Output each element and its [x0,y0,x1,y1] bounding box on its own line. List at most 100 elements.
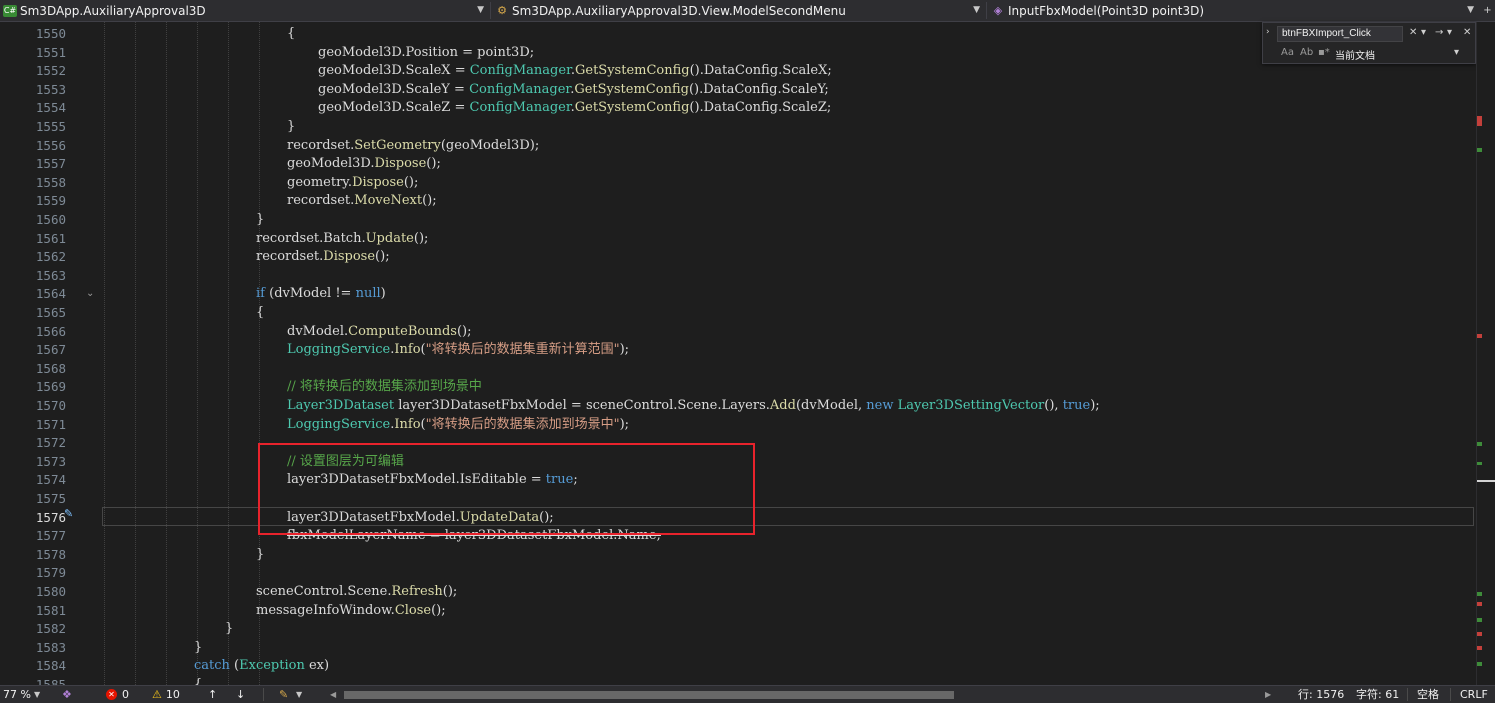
line-number: 1571 [35,416,66,432]
line-number: 1564 [35,286,66,302]
horizontal-scrollbar[interactable] [340,691,1272,699]
split-window-button[interactable]: + [1480,0,1495,21]
find-next-arrow-icon[interactable]: → [1435,27,1443,38]
code-line: recordset.MoveNext(); [287,193,437,209]
regex-toggle-icon[interactable]: ▪* [1318,47,1330,58]
warning-icon: ⚠ [152,688,162,701]
chevron-down-icon[interactable]: ▼ [296,686,302,703]
code-line: layer3DDatasetFbxModel.UpdateData(); [287,509,554,525]
chevron-down-icon: ▼ [973,5,980,15]
search-scope-select[interactable]: 当前文档 [1335,47,1375,62]
line-number: 1577 [35,528,66,544]
cursor-char: 字符: 61 [1356,688,1400,701]
chevron-down-icon: ▼ [477,5,484,15]
chevron-down-icon[interactable]: ▾ [1421,27,1426,38]
indent-mode[interactable]: 空格 [1417,686,1439,703]
line-number: 1575 [35,491,66,506]
line-number: 1584 [35,658,66,674]
line-number: 1555 [35,119,66,134]
line-number: 1560 [35,212,66,227]
find-input[interactable]: btnFBXImport_Click [1277,26,1403,42]
code-line: LoggingService.Info("将转换后的数据集重新计算范围"); [287,342,630,358]
member-dropdown[interactable]: ◈ InputFbxModel(Point3D point3D) ▼ [988,0,1478,21]
close-icon[interactable]: ✕ [1409,27,1417,38]
line-number: 1563 [35,267,66,283]
error-icon: ✕ [106,689,117,700]
match-case-toggle[interactable]: Aa [1281,47,1294,58]
code-line: catch (Exception ex) [194,658,330,674]
code-line: geoModel3D.ScaleZ = ConfigManager.GetSys… [318,100,832,116]
code-line: fbxModelLayerName = layer3DDatasetFbxMod… [287,528,661,544]
chevron-down-icon[interactable]: ▼ [34,686,40,703]
code-line: recordset.Dispose(); [256,249,390,265]
line-number: 1561 [35,230,66,246]
line-number: 1554 [35,100,66,116]
code-line: } [225,621,234,637]
member-name: InputFbxModel(Point3D point3D) [1008,3,1205,18]
line-number: 1582 [35,621,66,637]
next-issue-arrow-icon[interactable]: ↓ [236,686,245,703]
line-number: 1583 [35,639,66,655]
line-number: 1566 [35,323,66,339]
line-number: 1556 [35,137,66,153]
line-number: 1551 [35,44,66,60]
health-icon[interactable]: ❖ [62,686,72,703]
code-line: geoModel3D.Position = point3D; [318,44,535,60]
project-dropdown[interactable]: C# Sm3DApp.AuxiliaryApproval3D ▼ [0,0,488,21]
code-line: messageInfoWindow.Close(); [256,602,446,618]
line-number: 1558 [35,174,66,190]
line-ending[interactable]: CRLF [1460,686,1488,703]
code-line: Layer3DDataset layer3DDatasetFbxModel = … [287,398,1100,413]
cursor-line: 行: 1576 [1298,688,1345,701]
class-icon: ⚙ [497,3,507,17]
scrollbar-thumb[interactable] [344,691,954,699]
csharp-project-icon: C# [3,4,17,17]
code-comment: // 将转换后的数据集添加到场景中 [287,379,482,395]
scroll-left-icon[interactable]: ◀ [330,686,336,703]
code-line: } [256,212,265,227]
line-number: 1567 [35,342,66,358]
code-line: LoggingService.Info("将转换后的数据集添加到场景中"); [287,416,630,432]
code-cleanup-brush-icon[interactable]: ✎ [279,686,288,703]
code-editor[interactable]: 1550 1551 1552 1553 1554 1555 1556 1557 1558 1559… [0,22,1495,685]
vertical-scrollbar-overview[interactable] [1476,22,1495,685]
project-name: Sm3DApp.AuxiliaryApproval3D [20,3,206,18]
scroll-right-icon[interactable]: ▶ [1265,686,1271,703]
line-number: 1552 [35,63,66,79]
line-number: 1573 [35,453,66,469]
error-count[interactable]: ✕ 0 [106,686,129,703]
class-dropdown[interactable]: ⚙ Sm3DApp.AuxiliaryApproval3D.View.Model… [492,0,984,21]
code-line: layer3DDatasetFbxModel.IsEditable = true… [287,472,578,488]
collapse-chevron-icon[interactable]: ⌄ [86,288,94,299]
line-number: 1568 [35,360,66,376]
code-line: geoModel3D.ScaleX = ConfigManager.GetSys… [318,63,832,79]
method-icon: ◈ [993,3,1003,17]
code-line: sceneControl.Scene.Refresh(); [256,584,458,599]
code-line: recordset.SetGeometry(geoModel3D); [287,137,540,153]
code-comment: // 设置图层为可编辑 [287,453,404,469]
line-number: 1580 [35,584,66,599]
line-number: 1565 [35,305,66,320]
code-line: dvModel.ComputeBounds(); [287,323,472,339]
chevron-down-icon[interactable]: ▾ [1447,27,1452,38]
line-number: 1574 [35,472,66,488]
line-number: 1562 [35,249,66,265]
line-number: 1581 [35,602,66,618]
line-number: 1553 [35,81,66,97]
chevron-down-icon[interactable]: ▾ [1454,47,1459,58]
find-widget: › btnFBXImport_Click ✕ ▾ → ▾ ✕ Aa Ab ▪* … [1262,22,1476,64]
code-line: } [287,119,296,134]
chevron-down-icon: ▼ [1467,5,1474,15]
code-line: recordset.Batch.Update(); [256,230,429,246]
warning-count[interactable]: ⚠ 10 [152,686,180,703]
previous-issue-arrow-icon[interactable]: ↑ [208,686,217,703]
line-number: 1572 [35,435,66,451]
line-number: 1557 [35,156,66,172]
code-line: { [287,26,296,41]
class-name: Sm3DApp.AuxiliaryApproval3D.View.ModelSe… [512,3,846,18]
zoom-level[interactable]: 77 % [3,686,31,703]
code-line: { [256,305,265,320]
expand-replace-chevron-icon[interactable]: › [1266,27,1270,37]
whole-word-toggle[interactable]: Ab [1300,47,1313,58]
close-find-icon[interactable]: ✕ [1463,27,1471,38]
